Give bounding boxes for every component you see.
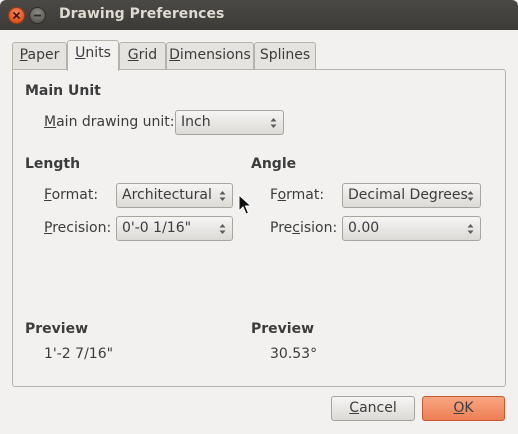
angle-precision-value: 0.00 — [348, 220, 380, 236]
mouse-cursor-icon — [238, 194, 252, 215]
angle-precision-label-start: Pre — [270, 220, 293, 236]
length-preview-value: 1'-2 7/16" — [44, 346, 114, 362]
tab-dimensions-label: imensions — [179, 47, 251, 63]
cancel-mnemonic: C — [349, 400, 360, 416]
angle-precision-label-text: ision: — [299, 220, 338, 236]
angle-precision-select[interactable]: 0.00 — [342, 216, 481, 241]
main-drawing-unit-select[interactable]: Inch — [175, 110, 284, 135]
angle-precision-mnemonic: c — [292, 220, 300, 236]
tab-grid-mnemonic: G — [127, 47, 139, 63]
angle-format-label-start: F — [270, 187, 278, 203]
length-precision-label: Precision: — [44, 220, 111, 236]
tab-dimensions-mnemonic: D — [169, 47, 180, 63]
length-format-label-text: ormat: — [51, 187, 99, 203]
tab-paper[interactable]: Paper — [12, 42, 67, 70]
length-precision-label-text: recision: — [52, 220, 112, 236]
tab-splines[interactable]: Splines — [254, 42, 316, 70]
length-preview-heading: Preview — [25, 321, 89, 337]
close-window-button[interactable] — [8, 7, 25, 24]
minimize-window-button[interactable] — [29, 7, 46, 24]
ok-button[interactable]: OK — [422, 396, 505, 421]
window-title: Drawing Preferences — [59, 6, 225, 22]
cancel-button[interactable]: Cancel — [331, 396, 415, 421]
ok-label: K — [464, 400, 474, 416]
main-drawing-unit-label-text: ain drawing unit: — [56, 114, 175, 130]
tab-units[interactable]: Units — [67, 40, 119, 71]
tab-paper-label: aper — [27, 47, 60, 63]
title-bar: Drawing Preferences — [0, 0, 518, 30]
tab-units-label: nits — [85, 45, 111, 61]
angle-preview-value: 30.53° — [270, 346, 318, 362]
angle-format-label-text: rmat: — [286, 187, 325, 203]
angle-format-mnemonic: o — [277, 187, 287, 203]
ok-mnemonic: O — [453, 400, 465, 416]
updown-arrows-icon — [219, 191, 226, 201]
tab-grid-label: rid — [138, 47, 158, 63]
cancel-label: ancel — [359, 400, 397, 416]
tab-splines-label: Splines — [259, 47, 311, 63]
updown-arrows-icon — [467, 224, 474, 234]
updown-arrows-icon — [467, 191, 474, 201]
updown-arrows-icon — [219, 224, 226, 234]
length-format-mnemonic: F — [44, 187, 52, 203]
angle-preview-heading: Preview — [251, 321, 315, 337]
main-drawing-unit-mnemonic: M — [44, 114, 57, 130]
updown-arrows-icon — [270, 118, 277, 128]
tab-grid[interactable]: Grid — [119, 42, 166, 70]
angle-format-label: Format: — [270, 187, 324, 203]
angle-format-value: Decimal Degrees — [348, 187, 468, 203]
minimize-icon — [34, 14, 41, 17]
tab-units-mnemonic: U — [75, 45, 86, 61]
close-icon — [12, 11, 21, 20]
length-heading: Length — [25, 156, 81, 172]
length-format-select[interactable]: Architectural — [116, 183, 233, 208]
main-drawing-unit-label: Main drawing unit: — [44, 114, 175, 130]
angle-precision-label: Precision: — [270, 220, 337, 236]
length-precision-value: 0'-0 1/16" — [122, 220, 192, 236]
length-format-value: Architectural — [122, 187, 212, 203]
length-precision-mnemonic: P — [44, 220, 53, 236]
tab-dimensions[interactable]: Dimensions — [166, 42, 254, 70]
main-drawing-unit-value: Inch — [181, 114, 211, 130]
angle-heading: Angle — [251, 156, 297, 172]
angle-format-select[interactable]: Decimal Degrees — [342, 183, 481, 208]
length-format-label: Format: — [44, 187, 98, 203]
length-precision-select[interactable]: 0'-0 1/16" — [116, 216, 233, 241]
main-unit-heading: Main Unit — [25, 83, 101, 99]
